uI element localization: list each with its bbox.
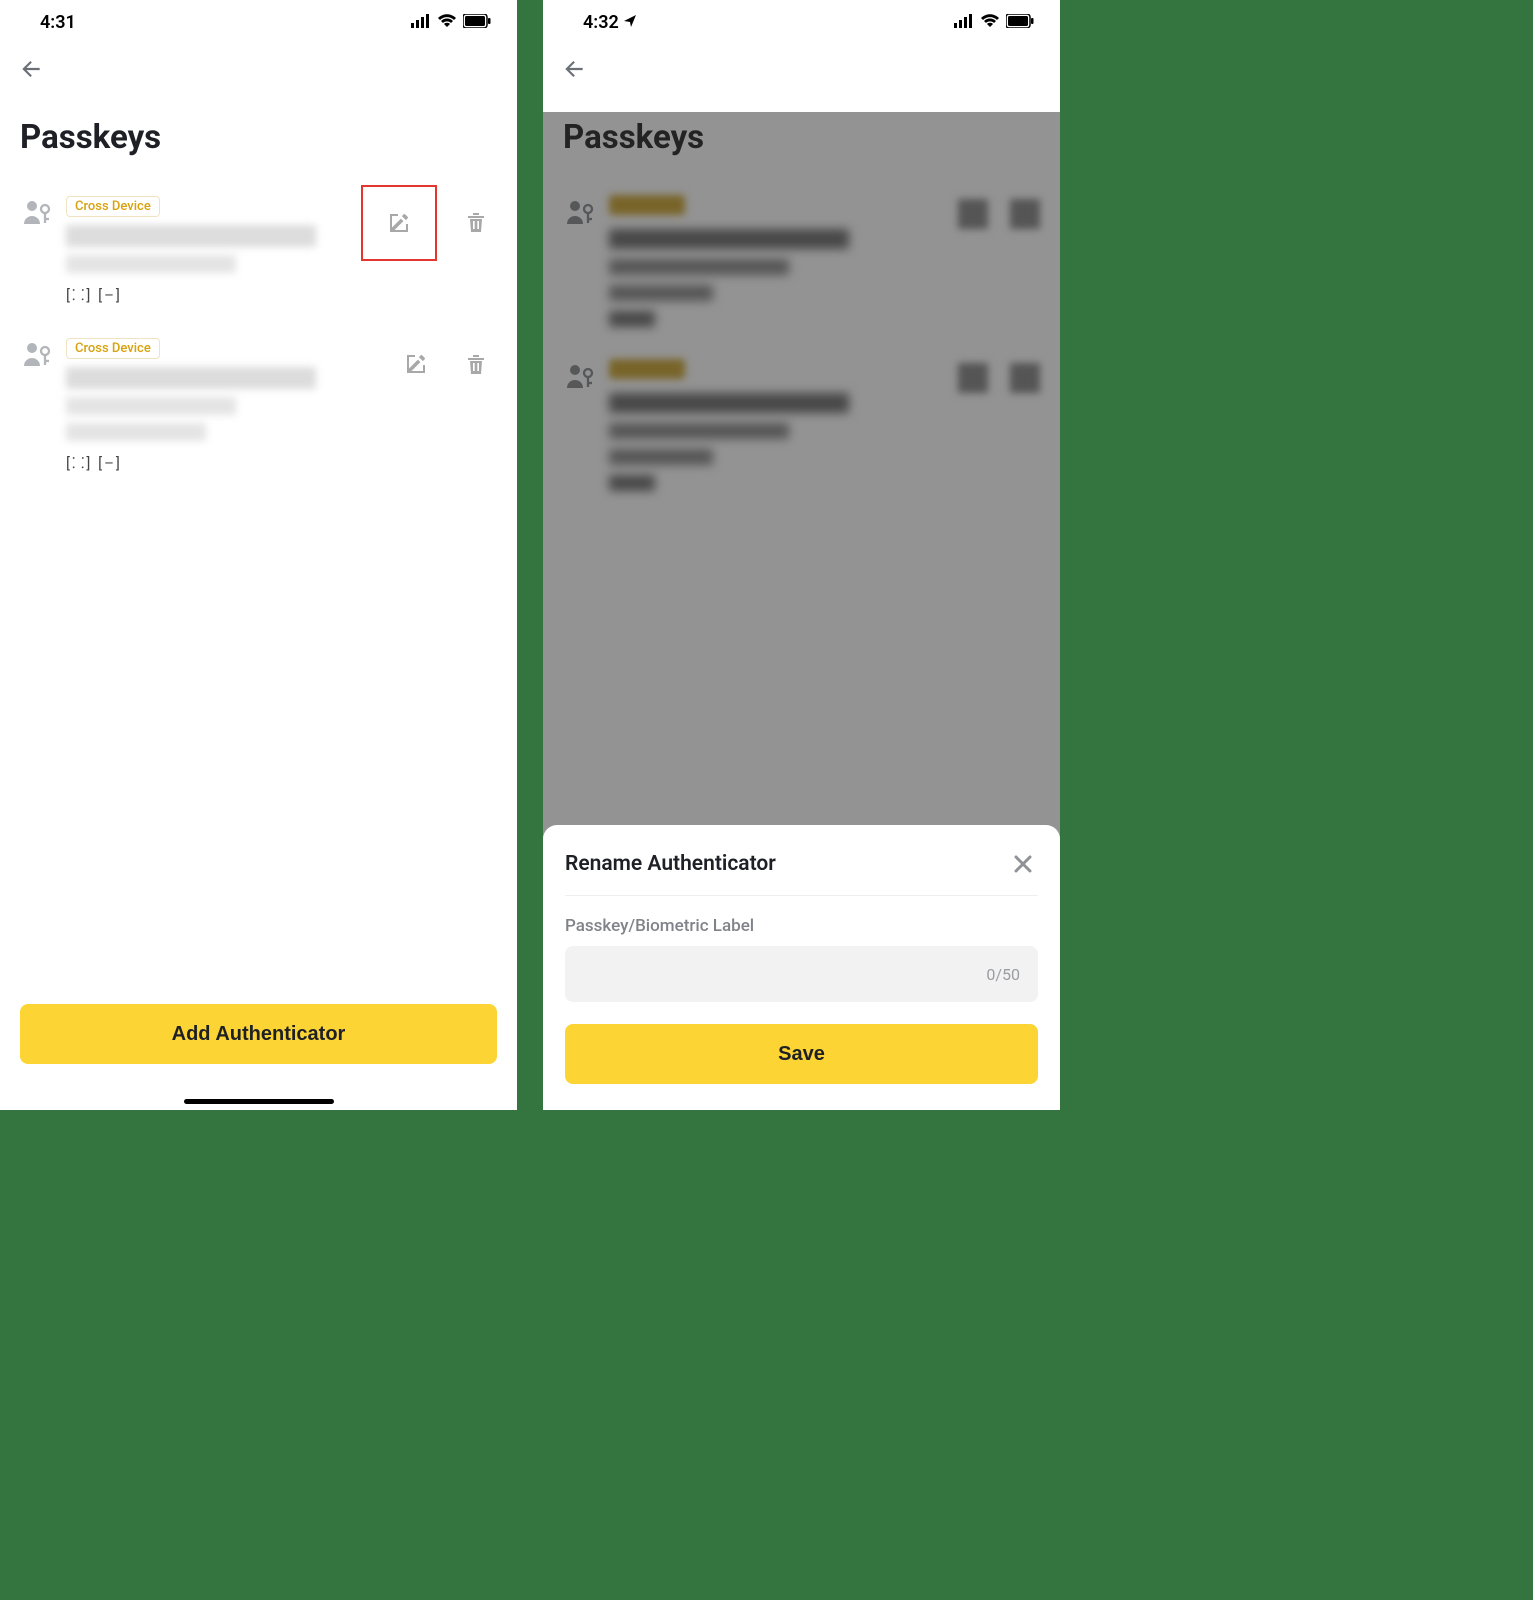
status-indicators <box>954 12 1034 33</box>
status-time: 4:32 <box>583 12 619 33</box>
home-indicator[interactable] <box>184 1099 334 1104</box>
nav-bar <box>0 44 517 92</box>
passkey-item: Cross Device [⸬] [–] <box>20 181 497 323</box>
status-indicators <box>411 12 491 33</box>
redacted-text <box>66 367 316 389</box>
cross-device-badge: Cross Device <box>66 338 160 359</box>
back-button[interactable] <box>16 54 46 84</box>
label-input-wrapper[interactable]: 0/50 <box>565 946 1038 1002</box>
field-label: Passkey/Biometric Label <box>565 916 1038 936</box>
redacted-text <box>66 225 316 247</box>
cellular-signal-icon <box>954 12 974 33</box>
user-key-icon <box>20 337 54 369</box>
edit-icon <box>404 352 428 376</box>
close-icon <box>1012 853 1034 875</box>
trash-icon <box>465 210 487 234</box>
back-arrow-icon <box>18 56 44 82</box>
status-bar: 4:32 <box>543 0 1060 44</box>
battery-icon <box>463 12 491 33</box>
battery-icon <box>1006 12 1034 33</box>
back-arrow-icon <box>561 56 587 82</box>
capability-icons: [⸬] [–] <box>66 453 383 473</box>
sheet-title: Rename Authenticator <box>565 852 776 876</box>
screen-rename-sheet: 4:32 Passkeys <box>543 0 1060 1110</box>
redacted-text <box>66 255 236 273</box>
wifi-icon <box>437 12 457 33</box>
delete-button[interactable] <box>455 201 497 243</box>
cross-device-badge: Cross Device <box>66 196 160 217</box>
status-bar: 4:31 <box>0 0 517 44</box>
status-time: 4:31 <box>40 12 76 33</box>
nav-bar <box>543 44 1060 92</box>
passkey-item: Cross Device [⸬] [–] <box>20 323 497 491</box>
user-key-icon <box>20 195 54 227</box>
page-title: Passkeys <box>20 118 497 157</box>
redacted-text <box>66 397 236 415</box>
redacted-text <box>66 423 206 441</box>
page-content: Passkeys Cross Device [⸬] [–] <box>0 118 517 491</box>
edit-button[interactable] <box>361 185 437 261</box>
location-arrow-icon <box>623 12 637 33</box>
wifi-icon <box>980 12 1000 33</box>
edit-button[interactable] <box>395 343 437 385</box>
rename-sheet: Rename Authenticator Passkey/Biometric L… <box>543 825 1060 1110</box>
screen-passkeys-list: 4:31 Passkeys Cross Device <box>0 0 517 1110</box>
trash-icon <box>465 352 487 376</box>
close-button[interactable] <box>1008 849 1038 879</box>
save-button[interactable]: Save <box>565 1024 1038 1084</box>
delete-button[interactable] <box>455 343 497 385</box>
bottom-bar: Add Authenticator <box>0 1004 517 1110</box>
capability-icons: [⸬] [–] <box>66 285 349 305</box>
char-counter: 0/50 <box>986 965 1020 984</box>
cellular-signal-icon <box>411 12 431 33</box>
edit-icon <box>387 211 411 235</box>
label-input[interactable] <box>583 964 986 984</box>
back-button[interactable] <box>559 54 589 84</box>
add-authenticator-button[interactable]: Add Authenticator <box>20 1004 497 1064</box>
